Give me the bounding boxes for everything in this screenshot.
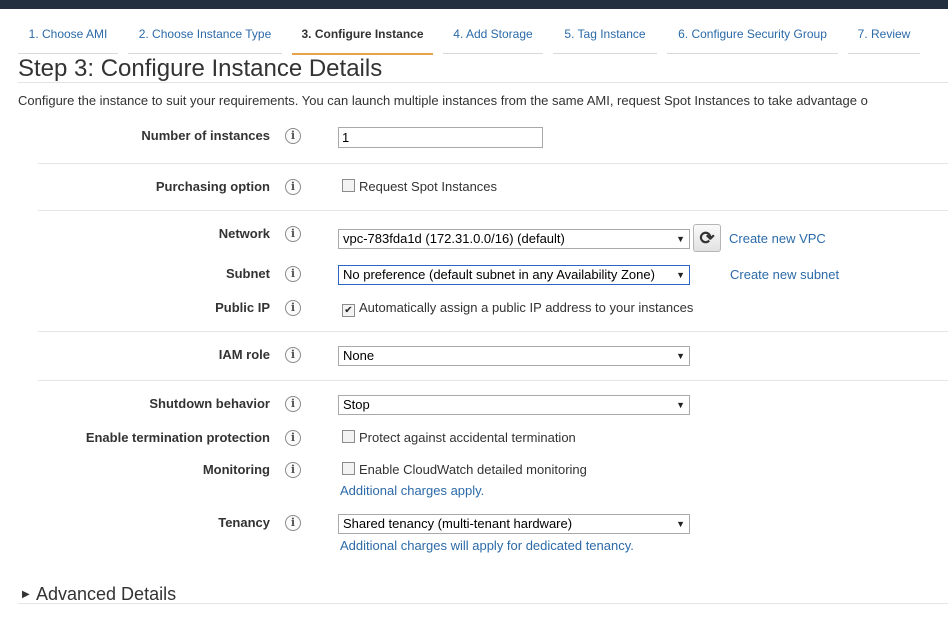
title-divider [18, 82, 948, 83]
section-divider [38, 163, 948, 164]
info-icon[interactable]: i [285, 347, 301, 363]
subnet-select[interactable]: No preference (default subnet in any Ava… [338, 265, 690, 285]
chevron-down-icon: ▼ [676, 234, 685, 244]
tab-choose-ami[interactable]: 1. Choose AMI [18, 23, 118, 54]
tenancy-select-value: Shared tenancy (multi-tenant hardware) [343, 516, 573, 531]
wizard-tabs: 1. Choose AMI 2. Choose Instance Type 3.… [0, 9, 948, 55]
chevron-down-icon: ▼ [676, 519, 685, 529]
dedicated-tenancy-charges-link[interactable]: Additional charges will apply for dedica… [340, 538, 634, 553]
number-of-instances-input[interactable] [338, 127, 543, 148]
label-public-ip: Public IP [215, 300, 270, 315]
monitoring-option: Enable CloudWatch detailed monitoring [342, 462, 587, 477]
public-ip-option: ✔ Automatically assign a public IP addres… [342, 300, 693, 317]
label-termination-protection: Enable termination protection [85, 430, 270, 445]
tab-configure-security-group[interactable]: 6. Configure Security Group [667, 23, 838, 54]
cloudwatch-monitoring-checkbox[interactable] [342, 462, 355, 475]
info-icon[interactable]: i [285, 515, 301, 531]
label-monitoring: Monitoring [202, 462, 270, 477]
iam-role-select-value: None [343, 348, 375, 363]
label-iam-role: IAM role [218, 347, 270, 362]
label-shutdown-behavior: Shutdown behavior [149, 396, 270, 411]
label-network: Network [218, 226, 270, 241]
triangle-right-icon: ▶ [22, 589, 30, 600]
section-divider [38, 380, 948, 381]
termination-protection-option: Protect against accidental termination [342, 430, 576, 445]
label-subnet: Subnet [225, 266, 270, 281]
public-ip-label: Automatically assign a public IP address… [359, 300, 694, 315]
public-ip-checkbox[interactable]: ✔ [342, 304, 355, 317]
tab-review[interactable]: 7. Review [848, 23, 920, 54]
tenancy-select[interactable]: Shared tenancy (multi-tenant hardware) ▼ [338, 514, 690, 534]
tab-tag-instance[interactable]: 5. Tag Instance [553, 23, 657, 54]
termination-protection-label: Protect against accidental termination [359, 430, 576, 445]
cloudwatch-monitoring-label: Enable CloudWatch detailed monitoring [359, 462, 587, 477]
tab-add-storage[interactable]: 4. Add Storage [443, 23, 543, 54]
chevron-down-icon: ▼ [676, 351, 685, 361]
shutdown-behavior-select-value: Stop [343, 397, 370, 412]
request-spot-instances-checkbox[interactable] [342, 179, 355, 192]
iam-role-select[interactable]: None ▼ [338, 346, 690, 366]
shutdown-behavior-select[interactable]: Stop ▼ [338, 395, 690, 415]
subnet-select-value: No preference (default subnet in any Ava… [343, 267, 655, 282]
additional-charges-link[interactable]: Additional charges apply. [340, 483, 484, 498]
info-icon[interactable]: i [285, 128, 301, 144]
label-purchasing-option: Purchasing option [155, 179, 270, 194]
refresh-icon[interactable]: ⟳ [693, 224, 721, 252]
section-divider [38, 210, 948, 211]
create-new-vpc-link[interactable]: Create new VPC [729, 231, 826, 246]
chevron-down-icon: ▼ [676, 400, 685, 410]
network-select[interactable]: vpc-783fda1d (172.31.0.0/16) (default) ▼ [338, 229, 690, 249]
advanced-details-toggle[interactable]: ▶ Advanced Details [22, 584, 176, 605]
info-icon[interactable]: i [285, 396, 301, 412]
section-divider [38, 331, 948, 332]
page-title: Step 3: Configure Instance Details [18, 55, 383, 82]
tab-configure-instance[interactable]: 3. Configure Instance [292, 23, 433, 55]
network-select-value: vpc-783fda1d (172.31.0.0/16) (default) [343, 231, 565, 246]
label-number-of-instances: Number of instances [141, 128, 270, 143]
tab-choose-instance-type[interactable]: 2. Choose Instance Type [128, 23, 282, 54]
label-tenancy: Tenancy [218, 515, 270, 530]
info-icon[interactable]: i [285, 266, 301, 282]
chevron-down-icon: ▼ [676, 270, 685, 280]
top-navigation-bar [0, 0, 948, 9]
info-icon[interactable]: i [285, 179, 301, 195]
info-icon[interactable]: i [285, 226, 301, 242]
page-description: Configure the instance to suit your requ… [18, 93, 868, 108]
advanced-divider [18, 603, 948, 604]
termination-protection-checkbox[interactable] [342, 430, 355, 443]
request-spot-instances-option: Request Spot Instances [342, 179, 497, 194]
info-icon[interactable]: i [285, 462, 301, 478]
advanced-details-label: Advanced Details [36, 584, 177, 604]
create-new-subnet-link[interactable]: Create new subnet [730, 267, 839, 282]
info-icon[interactable]: i [285, 300, 301, 316]
info-icon[interactable]: i [285, 430, 301, 446]
request-spot-instances-label: Request Spot Instances [359, 179, 498, 194]
